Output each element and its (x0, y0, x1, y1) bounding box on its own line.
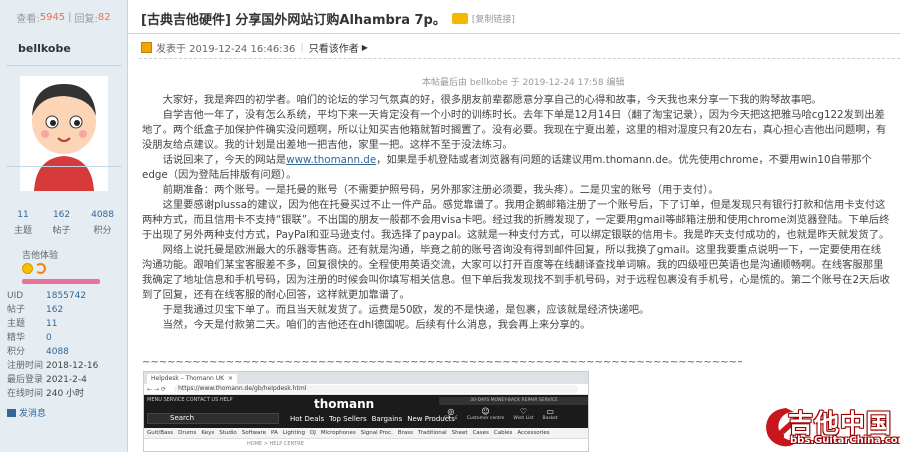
online-status-icon (141, 42, 152, 53)
author-sidebar: bellkobe 11 主题 162 帖子 4088 积分 吉他体验 UID 1… (0, 34, 128, 452)
thread-title-area: [古典吉他硬件] 分享国外网站订购Alhambra 7p。 [复制链接] (141, 9, 515, 28)
thomann-nav: Hot Deals Top Sellers Bargains New Products (290, 415, 455, 423)
thomann-icons: ◎ GB · £ ☺ Customer centre ♡ Wish List ▭ Bas… (444, 407, 558, 421)
paragraph: 当然，今天是付款第二天。咱们的吉他还在dhl德国呢。后续有什么消息，我会再上来分… (162, 319, 591, 331)
info-row: UID 1855742 (7, 291, 87, 301)
medal-label: 吉他体验 (22, 251, 59, 261)
divider (6, 166, 122, 167)
paragraph: 话说回来了，今天的网站是www.thomann.de，如果是手机登陆或者浏览器有… (142, 154, 872, 181)
views-count: 5945 (39, 11, 66, 23)
close-icon: × (227, 375, 233, 382)
basket-icon: ▭ Basket (542, 407, 558, 421)
arrow-right-icon: ▶ (361, 43, 368, 52)
send-message-button[interactable]: 发消息 (7, 406, 46, 419)
post-date: 发表于 2019-12-24 16:46:36 (156, 44, 296, 55)
thomann-menu: MENU SERVICE CONTACT US HELP (147, 397, 233, 403)
post-header: 发表于 2019-12-24 16:46:36 | 只看该作者 ▶ (141, 40, 368, 55)
medal-icons (22, 263, 46, 274)
flag-icon: ◎ GB · £ (444, 407, 458, 421)
info-row: 注册时间 2018-12-16 (7, 361, 99, 371)
avatar[interactable] (20, 76, 108, 191)
url-field: https://www.thomann.de/gb/helpdesk.html (174, 385, 578, 393)
info-row: 最后登录 2021-2-4 (7, 375, 87, 385)
nav-arrows-icon: ←→⟳ (147, 385, 169, 393)
thread-header: 查看: 5945 | 回复: 82 [古典吉他硬件] 分享国外网站订购Alham… (0, 0, 900, 34)
thread-title: [古典吉他硬件] 分享国外网站订购Alhambra 7p。 (141, 13, 446, 28)
thomann-categories: Guit/Bass Drums Keys Studio Software PA Lighti… (144, 428, 588, 439)
thomann-strip: 30-DAYS MONEY-BACK REPAIR SERVICE (439, 397, 588, 405)
browser-urlbar: ←→⟳ https://www.thomann.de/gb/helpdesk.h… (144, 384, 588, 395)
paragraph: 自学吉他一年了，没有怎么系统，平均下来一天肯定没有一个小时的训练时长。去年下单是… (142, 109, 887, 151)
views-label: 查看: (16, 13, 40, 25)
info-row: 帖子 162 (7, 305, 64, 315)
info-row: 主题 11 (7, 319, 58, 329)
paragraph: 大家好，我是奔四的初学者。咱们的论坛的学习气氛真的好，很多朋友前辈都愿意分享自己… (162, 94, 822, 106)
message-icon (7, 408, 16, 417)
info-row: 精华 0 (7, 333, 52, 343)
browser-tabbar: Helpdesk – Thomann UK × (144, 372, 588, 384)
separator-line: ~~~~~~~~~~~~~~~~~~~~~~~~~~~~~~~~~~~~~~~~… (142, 357, 742, 368)
points-count[interactable]: 4088 积分 (91, 210, 114, 236)
watermark-url: bbs.GuitarChina.com (790, 435, 900, 446)
divider (6, 65, 122, 66)
smiley-icon (22, 263, 33, 274)
author-info: UID 1855742 帖子 162 主题 11 精华 0 积分 4088 注册时间 201… (7, 289, 98, 401)
browser-tab: Helpdesk – Thomann UK × (147, 374, 237, 384)
heart-icon: ♡ Wish List (513, 407, 534, 421)
thomann-search: Search (147, 413, 279, 424)
replies-count: 82 (97, 11, 111, 23)
thomann-link[interactable]: www.thomann.de (286, 154, 376, 166)
paragraph: 前期准备：两个账号。一是托曼的账号（不需要护照号码，另外那家注册必须要，我头疼）… (162, 184, 719, 196)
author-name[interactable]: bellkobe (18, 42, 71, 55)
paragraph: 于是我通过贝宝下单了。而且当天就发货了。运费是50欧，发的不是快递，是包裹，应该… (162, 304, 650, 316)
paragraph: 这里要感谢plussa的建议，因为他在托曼买过不止一件产品。感觉靠谱了。我用企鹅… (142, 199, 890, 241)
attached-screenshot[interactable]: Helpdesk – Thomann UK × ←→⟳ https://www.t… (143, 371, 589, 452)
only-author-link[interactable]: 只看该作者 (309, 40, 359, 55)
user-icon: ☺ Customer centre (466, 407, 505, 421)
post-content: 大家好，我是奔四的初学者。咱们的论坛的学习气氛真的好，很多朋友前辈都愿意分享自己… (142, 93, 890, 333)
author-counts: 11 主题 162 帖子 4088 积分 (14, 210, 114, 236)
thomann-header: MENU SERVICE CONTACT US HELP thomann 30-… (144, 395, 588, 428)
thread-stats: 查看: 5945 | 回复: 82 (0, 0, 128, 34)
thomann-breadcrumb: HOME > HELP CENTRE (247, 441, 304, 447)
info-row: 在线时间 240 小时 (7, 389, 85, 399)
swirl-icon (35, 263, 46, 274)
divider (139, 58, 900, 59)
topics-count[interactable]: 11 主题 (14, 210, 32, 236)
hot-thread-icon (451, 13, 468, 24)
thomann-logo: thomann (314, 397, 375, 411)
paragraph: 网络上说托曼是欧洲最大的乐器零售商。还有就是沟通，毕竟之前的账号咨询没有得到邮件… (142, 244, 890, 301)
level-bar (22, 279, 100, 284)
info-row: 积分 4088 (7, 347, 69, 357)
replies-label: 回复: (74, 13, 98, 25)
edit-note: 本帖最后由 bellkobe 于 2019-12-24 17:58 编辑 (422, 78, 625, 88)
copy-link-button[interactable]: [复制链接] (472, 12, 515, 25)
posts-count[interactable]: 162 帖子 (53, 210, 71, 236)
